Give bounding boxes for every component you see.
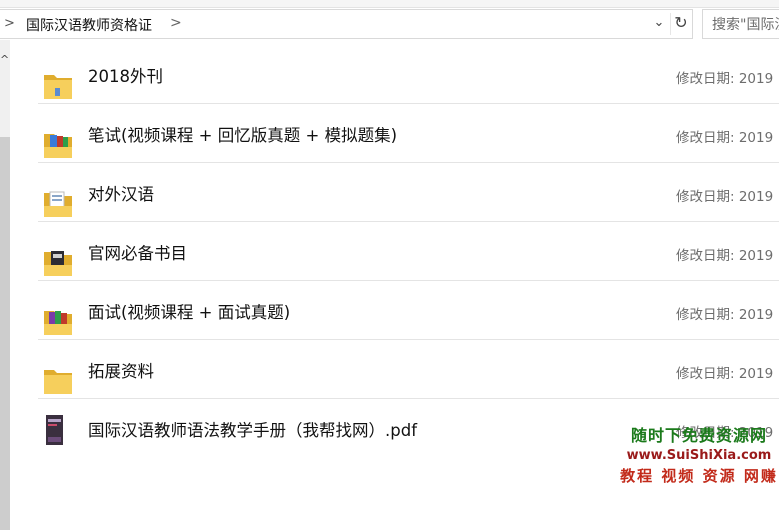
address-bar[interactable]: > 国际汉语教师资格证 > ⌄ ↻ [0, 9, 693, 39]
address-history-dropdown-icon[interactable]: ⌄ [652, 15, 666, 31]
file-modified-date: 修改日期: 2019 [676, 366, 774, 382]
watermark-url: www.SuiShiXia.com [626, 448, 772, 463]
file-modified-date: 修改日期: 2019 [676, 248, 774, 264]
file-row[interactable]: 笔试(视频课程 + 回忆版真题 + 模拟题集) 修改日期: 2019 [38, 104, 779, 163]
file-row[interactable]: 面试(视频课程 + 面试真题) 修改日期: 2019 [38, 281, 779, 340]
search-input[interactable] [703, 10, 779, 38]
file-modified-date: 修改日期: 2019 [676, 307, 774, 323]
file-row[interactable]: 2018外刊 修改日期: 2019 [38, 45, 779, 104]
folder-icon [44, 75, 72, 99]
file-name[interactable]: 官网必备书目 [88, 240, 187, 264]
scroll-up-arrow-icon[interactable]: ^ [0, 53, 9, 66]
folder-icon [44, 370, 72, 394]
file-name[interactable]: 笔试(视频课程 + 回忆版真题 + 模拟题集) [88, 122, 397, 146]
file-name[interactable]: 国际汉语教师语法教学手册（我帮找网）.pdf [88, 417, 417, 441]
file-list: 2018外刊 修改日期: 2019 笔试(视频课程 + 回忆版真题 + 模拟题集… [38, 45, 779, 457]
file-row[interactable]: 对外汉语 修改日期: 2019 [38, 163, 779, 222]
folder-with-files-icon [44, 311, 72, 335]
file-modified-date: 修改日期: 2019 [676, 71, 774, 87]
file-row[interactable]: 官网必备书目 修改日期: 2019 [38, 222, 779, 281]
folder-with-files-icon [44, 134, 72, 158]
folder-with-files-icon [44, 191, 72, 217]
search-box[interactable] [702, 9, 779, 39]
watermark-tagline: 教程 视频 资源 网赚 [620, 467, 778, 485]
refresh-icon[interactable]: ↻ [670, 13, 691, 35]
site-watermark: 随时下免费资源网 www.SuiShiXia.com 教程 视频 资源 网赚 [619, 426, 779, 490]
navigation-pane[interactable]: ^ [0, 40, 10, 530]
file-name[interactable]: 对外汉语 [88, 181, 154, 205]
file-row[interactable]: 拓展资料 修改日期: 2019 [38, 340, 779, 399]
ribbon-edge [0, 0, 779, 8]
file-name[interactable]: 拓展资料 [88, 358, 154, 382]
breadcrumb-current-folder[interactable]: 国际汉语教师资格证 [26, 15, 152, 35]
breadcrumb-chevron-icon[interactable]: > [170, 15, 182, 31]
navigation-scrollbar-thumb[interactable] [0, 137, 10, 530]
file-modified-date: 修改日期: 2019 [676, 189, 774, 205]
watermark-site-name: 随时下免费资源网 [630, 426, 767, 445]
pdf-book-icon [46, 415, 63, 445]
file-name[interactable]: 面试(视频课程 + 面试真题) [88, 299, 290, 323]
file-modified-date: 修改日期: 2019 [676, 130, 774, 146]
address-chevron-icon[interactable]: > [4, 16, 15, 31]
file-name[interactable]: 2018外刊 [88, 63, 163, 87]
folder-with-files-icon [44, 251, 72, 276]
